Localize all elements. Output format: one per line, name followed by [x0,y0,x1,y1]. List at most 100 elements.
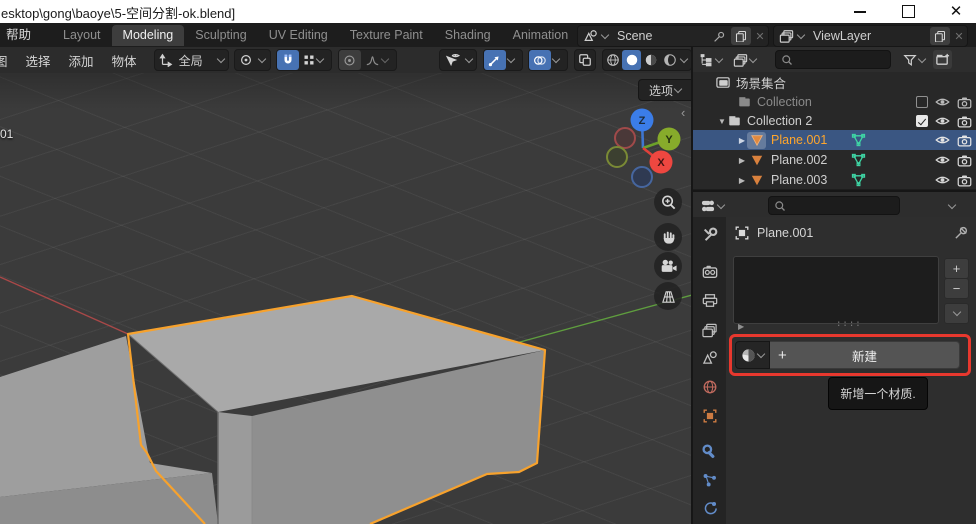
tab-view-layer[interactable] [693,317,726,343]
remove-viewlayer-icon[interactable]: ✕ [951,30,967,43]
shading-material-button[interactable] [641,50,660,70]
tab-uv-editing[interactable]: UV Editing [258,25,339,46]
gizmos-toggle[interactable] [484,50,506,70]
expand-icon[interactable]: ▶ [737,156,747,165]
properties-header [693,190,976,219]
slot-specials-dropdown[interactable] [944,303,969,324]
editor-type-dropdown[interactable] [697,50,728,69]
filter-dropdown[interactable] [901,50,931,69]
exclude-checkbox[interactable] [916,96,928,108]
breadcrumb-object-name[interactable]: Plane.001 [757,226,813,240]
snap-toggle[interactable] [277,50,299,70]
outliner-row-scene-collection[interactable]: 场景集合 [693,72,976,92]
outliner-display-mode-dropdown[interactable] [731,50,762,69]
properties-editor-dropdown[interactable] [698,196,730,215]
tab-modifiers[interactable] [693,439,726,465]
overlays-toggle[interactable] [529,50,551,70]
tab-shading[interactable]: Shading [434,25,502,46]
shading-solid-button[interactable] [622,50,641,70]
tab-modeling[interactable]: Modeling [112,25,185,46]
object-types-visibility-dropdown[interactable] [439,49,477,71]
proportional-falloff-dropdown[interactable] [361,50,396,70]
unlink-scene-icon[interactable]: ✕ [752,30,768,43]
remove-slot-button[interactable]: − [944,278,969,299]
zoom-button[interactable] [654,188,682,216]
pin-icon[interactable] [713,30,726,43]
ortho-toggle-button[interactable] [654,282,682,310]
eye-icon[interactable] [935,134,950,146]
material-preview-icon [644,53,658,67]
menu-object[interactable]: 物体 [103,51,146,70]
tab-scene[interactable] [693,344,726,370]
chevron-down-icon [315,55,323,63]
tab-render[interactable] [693,258,726,284]
camera-visibility-icon[interactable] [957,154,972,167]
pan-button[interactable] [654,223,682,251]
tab-particles[interactable] [693,467,726,493]
exclude-checkbox[interactable] [916,115,928,127]
outliner-search-input[interactable] [775,50,891,69]
material-slots-list[interactable] [733,256,939,324]
tab-tool[interactable] [693,221,726,247]
tab-sculpting[interactable]: Sculpting [184,25,257,46]
tab-object[interactable] [693,403,726,429]
row-label: Collection 2 [742,114,812,128]
camera-visibility-icon[interactable] [957,115,972,128]
xray-toggle[interactable] [574,49,596,71]
tab-texture-paint[interactable]: Texture Paint [339,25,434,46]
proportional-edit-toggle[interactable] [339,50,361,70]
sidebar-expand-icon[interactable]: ‹ [681,105,685,120]
viewport-3d[interactable]: 01 选项 Z Y X ‹ [0,73,692,524]
row-label: Plane.002 [766,153,827,167]
menu-add[interactable]: 添加 [60,51,103,70]
eye-icon[interactable] [935,154,950,166]
tab-output[interactable] [693,287,726,313]
new-viewlayer-button[interactable] [930,27,950,45]
properties-options-dropdown[interactable] [945,196,961,215]
camera-view-button[interactable] [654,252,682,280]
viewlayer-selector[interactable]: ViewLayer ✕ [773,25,968,47]
add-slot-button[interactable]: + [944,258,969,279]
outliner-row-collection2[interactable]: ▼ Collection 2 [693,111,976,131]
camera-visibility-icon[interactable] [957,96,972,109]
eye-icon[interactable] [935,174,950,186]
outliner-row-plane003[interactable]: ▶ Plane.003 [693,170,976,190]
outliner-row-collection[interactable]: Collection [693,92,976,112]
outliner-row-plane001[interactable]: ▶ Plane.001 [693,130,976,150]
scene-selector[interactable]: Scene ✕ [577,25,769,47]
list-resize-grip[interactable]: :::: [836,319,862,329]
expand-icon[interactable]: ▶ [737,176,747,185]
tab-physics[interactable] [693,495,726,521]
new-collection-button[interactable] [933,50,952,69]
tab-animation[interactable]: Animation [502,25,580,46]
navigation-gizmo[interactable]: Z Y X [600,100,692,200]
options-dropdown[interactable]: 选项 [638,79,696,101]
maximize-button[interactable] [888,0,928,23]
shading-rendered-button[interactable] [660,50,679,70]
properties-search-input[interactable] [768,196,900,215]
pivot-point-dropdown[interactable] [234,49,271,71]
axis-neg-y-ball [607,147,627,167]
collapse-icon[interactable]: ▼ [717,117,727,126]
minimize-button[interactable] [840,0,880,23]
chevron-down-icon [216,55,224,63]
eye-icon[interactable] [935,115,950,127]
outliner-row-plane002[interactable]: ▶ Plane.002 [693,150,976,170]
menu-select[interactable]: 选择 [17,51,60,70]
pin-icon[interactable] [954,225,969,240]
close-button[interactable]: ✕ [936,0,976,23]
camera-visibility-icon[interactable] [957,134,972,147]
menu-view[interactable]: 图 [0,51,17,70]
menu-help[interactable]: 帮助 [1,23,36,47]
new-scene-button[interactable] [731,27,751,45]
tab-layout[interactable]: Layout [52,25,112,46]
camera-visibility-icon[interactable] [957,174,972,187]
expand-icon[interactable]: ▶ [737,136,747,145]
hand-icon [660,229,677,246]
eye-icon[interactable] [935,96,950,108]
tab-world[interactable] [693,374,726,400]
shading-wireframe-button[interactable] [603,50,622,70]
snap-settings-dropdown[interactable] [299,50,331,70]
transform-orientation-dropdown[interactable]: 全局 [154,49,229,71]
list-expand-icon[interactable]: ▶ [738,322,744,331]
